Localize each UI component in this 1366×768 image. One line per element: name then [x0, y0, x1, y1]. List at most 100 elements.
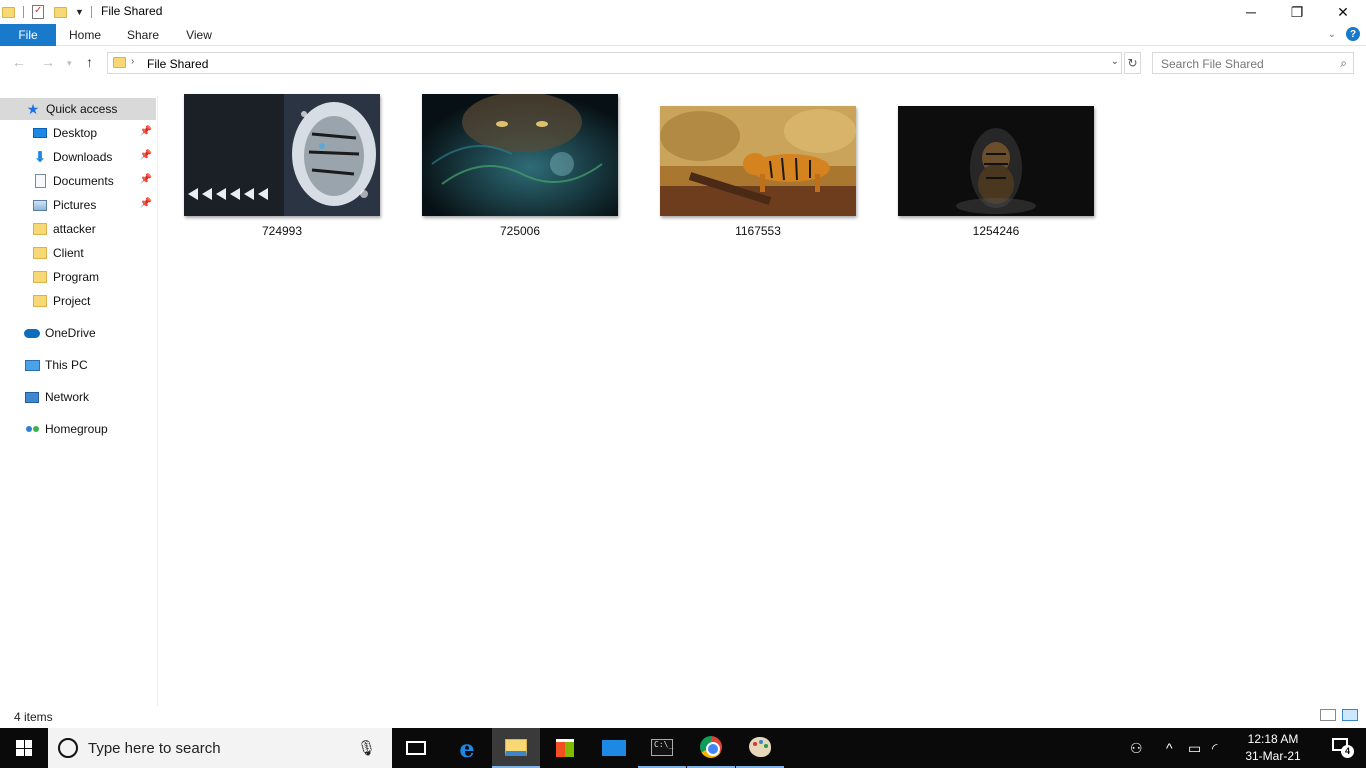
tiger-image-thumbnail[interactable] — [898, 106, 1094, 216]
sidebar-item-attacker[interactable]: attacker — [0, 218, 156, 240]
action-center-button[interactable]: 4 — [1332, 738, 1354, 758]
people-icon[interactable]: ⚇ — [1130, 740, 1143, 757]
minimize-button[interactable]: ─ — [1228, 0, 1274, 24]
file-name[interactable]: 725006 — [422, 224, 618, 238]
file-name[interactable]: 1254246 — [898, 224, 1094, 238]
taskbar-search[interactable]: Type here to search 🎙 — [48, 728, 392, 768]
store-taskbar-button[interactable] — [541, 728, 589, 768]
customize-toolbar-icon[interactable]: ▼ — [75, 7, 84, 17]
breadcrumb[interactable]: File Shared — [147, 57, 208, 71]
breadcrumb-chevron-icon[interactable]: › — [131, 56, 134, 67]
wifi-icon[interactable]: ◜ — [1212, 740, 1217, 757]
tab-share[interactable]: Share — [124, 24, 162, 46]
folder-icon — [32, 245, 48, 261]
taskbar: Type here to search 🎙 e C:\_ ⚇ ^ ▭ ◜ 12:… — [0, 728, 1366, 768]
download-icon: ⬇ — [33, 149, 47, 166]
edge-icon: e — [459, 733, 475, 763]
chrome-taskbar-button[interactable] — [687, 728, 735, 768]
sidebar-item-label: Pictures — [53, 198, 97, 212]
pin-icon: 📌 — [139, 174, 152, 185]
task-view-icon — [406, 741, 426, 755]
tab-view[interactable]: View — [181, 24, 217, 46]
system-tray: ⚇ ^ ▭ ◜ 12:18 AM 31-Mar-21 4 — [1126, 728, 1366, 768]
show-hidden-icons-icon[interactable]: ^ — [1166, 740, 1173, 756]
tab-home[interactable]: Home — [64, 24, 106, 46]
tiger-image-thumbnail[interactable] — [184, 94, 380, 216]
back-icon[interactable]: ← — [12, 54, 26, 70]
windows-logo-icon — [16, 740, 32, 756]
window-title: File Shared — [101, 4, 163, 18]
sidebar-item-project[interactable]: Project — [0, 290, 156, 312]
file-name[interactable]: 1167553 — [660, 224, 856, 238]
address-bar[interactable]: › File Shared ⌄ — [107, 52, 1122, 74]
microphone-icon[interactable]: 🎙 — [357, 739, 376, 757]
sidebar-item-label: Program — [53, 270, 100, 284]
clock-time[interactable]: 12:18 AM — [1238, 732, 1308, 746]
sidebar-item-client[interactable]: Client — [0, 242, 156, 264]
folder-icon — [2, 6, 15, 18]
pin-icon: 📌 — [139, 126, 152, 137]
tab-file[interactable]: File — [0, 24, 56, 46]
tiger-image-thumbnail[interactable] — [422, 94, 618, 216]
folder-icon — [32, 221, 48, 237]
file-name[interactable]: 724993 — [184, 224, 380, 238]
navigation-bar: ← → ▾ ↑ › File Shared ⌄ ↻ Search File Sh… — [0, 50, 1366, 78]
search-placeholder: Search File Shared — [1161, 57, 1264, 71]
mail-taskbar-button[interactable] — [590, 728, 638, 768]
sidebar-item-pictures[interactable]: Pictures 📌 — [0, 194, 156, 216]
network-icon — [24, 389, 40, 405]
paint-taskbar-button[interactable] — [736, 728, 784, 768]
forward-icon[interactable]: → — [41, 54, 55, 70]
sidebar-item-downloads[interactable]: ⬇ Downloads 📌 — [0, 146, 156, 168]
command-prompt-taskbar-button[interactable]: C:\_ — [638, 728, 686, 768]
cortana-icon — [58, 738, 78, 758]
up-icon[interactable]: ↑ — [86, 54, 93, 70]
large-icons-view-icon[interactable] — [1342, 709, 1358, 721]
sidebar-item-this-pc[interactable]: This PC — [0, 354, 156, 376]
sidebar-item-documents[interactable]: Documents 📌 — [0, 170, 156, 192]
sidebar-item-homegroup[interactable]: Homegroup — [0, 418, 156, 440]
new-folder-icon[interactable] — [54, 6, 67, 18]
file-list: 724993 725006 1167553 1254246 — [160, 80, 1366, 705]
sidebar-item-label: Documents — [53, 174, 114, 188]
taskbar-search-placeholder: Type here to search — [88, 740, 221, 757]
folder-icon — [32, 269, 48, 285]
quick-access-toolbar: ▼ — [2, 3, 84, 21]
sidebar-item-program[interactable]: Program — [0, 266, 156, 288]
task-view-button[interactable] — [392, 728, 440, 768]
battery-icon[interactable]: ▭ — [1188, 740, 1201, 757]
sidebar-item-onedrive[interactable]: OneDrive — [0, 322, 156, 344]
pictures-icon — [32, 197, 48, 213]
star-icon: ★ — [26, 100, 40, 117]
details-view-icon[interactable] — [1320, 709, 1336, 721]
sidebar-item-label: Client — [53, 246, 84, 260]
paint-icon — [749, 737, 771, 757]
tiger-image-thumbnail[interactable] — [660, 106, 856, 216]
start-button[interactable] — [0, 728, 48, 768]
command-prompt-icon: C:\_ — [651, 738, 673, 756]
search-input[interactable]: Search File Shared ⌕ — [1152, 52, 1354, 74]
computer-icon — [24, 357, 40, 373]
status-bar: 4 items — [0, 706, 1366, 728]
restore-button[interactable]: ❐ — [1274, 0, 1320, 24]
recent-locations-icon[interactable]: ▾ — [67, 58, 72, 69]
refresh-icon[interactable]: ↻ — [1124, 52, 1141, 74]
clock-date[interactable]: 31-Mar-21 — [1238, 749, 1308, 763]
navigation-pane: ★ Quick access Desktop 📌 ⬇ Downloads 📌 D… — [0, 96, 158, 706]
search-icon: ⌕ — [1340, 56, 1347, 70]
properties-icon[interactable] — [32, 5, 44, 19]
documents-icon — [32, 173, 48, 189]
expand-ribbon-icon[interactable]: ⌄ — [1328, 29, 1336, 40]
sidebar-item-desktop[interactable]: Desktop 📌 — [0, 122, 156, 144]
help-icon[interactable]: ? — [1346, 27, 1360, 41]
sidebar-item-label: This PC — [45, 358, 88, 372]
folder-icon — [32, 293, 48, 309]
mail-icon — [602, 740, 626, 756]
close-button[interactable]: ✕ — [1320, 0, 1366, 24]
address-dropdown-icon[interactable]: ⌄ — [1111, 56, 1119, 67]
edge-taskbar-button[interactable]: e — [443, 728, 491, 768]
sidebar-item-quick-access[interactable]: ★ Quick access — [0, 98, 156, 120]
sidebar-item-network[interactable]: Network — [0, 386, 156, 408]
file-explorer-taskbar-button[interactable] — [492, 728, 540, 768]
desktop-icon — [32, 125, 48, 141]
